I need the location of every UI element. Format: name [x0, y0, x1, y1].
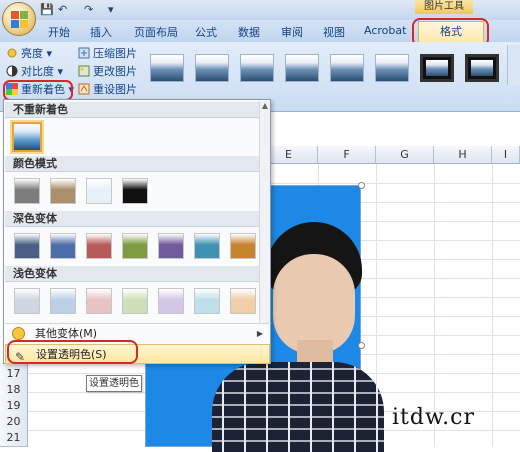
- no-recolor-swatch[interactable]: [12, 122, 42, 152]
- color-mode-swatch[interactable]: [122, 178, 148, 204]
- compress-icon: [78, 47, 90, 59]
- submenu-arrow-icon: ▶: [256, 329, 263, 338]
- row-header[interactable]: 21: [0, 428, 28, 447]
- column-header[interactable]: F: [318, 146, 376, 164]
- picture-style-thumb[interactable]: [150, 54, 184, 82]
- save-icon[interactable]: 💾: [40, 3, 54, 16]
- gallery-scroll[interactable]: [507, 45, 520, 85]
- customize-quick-access-icon[interactable]: ▾: [108, 3, 114, 16]
- change-picture-icon: [78, 65, 90, 77]
- tab-formulas[interactable]: 公式: [195, 24, 217, 40]
- color-mode-swatch[interactable]: [14, 178, 40, 204]
- column-header[interactable]: G: [376, 146, 434, 164]
- picture-style-thumb[interactable]: [330, 54, 364, 82]
- light-variation-swatch[interactable]: [50, 288, 76, 314]
- watermark-text: itdw.cr: [392, 405, 476, 430]
- light-variation-swatch[interactable]: [230, 288, 256, 314]
- picture-style-thumb[interactable]: [195, 54, 229, 82]
- dark-variation-swatch[interactable]: [158, 233, 184, 259]
- column-header[interactable]: H: [434, 146, 492, 164]
- tab-page-layout[interactable]: 页面布局: [134, 24, 178, 40]
- menu-scrollbar[interactable]: ▲: [259, 101, 270, 324]
- set-transparent-highlight: [7, 340, 138, 364]
- tab-insert[interactable]: 插入: [90, 24, 112, 40]
- grid-line: [492, 164, 493, 447]
- color-modes-header: 颜色模式: [5, 156, 269, 172]
- compress-pictures-button[interactable]: 压缩图片: [78, 46, 137, 62]
- picture-style-thumb[interactable]: [285, 54, 319, 82]
- photo-face: [273, 254, 355, 354]
- light-variation-swatch[interactable]: [14, 288, 40, 314]
- tab-acrobat[interactable]: Acrobat: [364, 24, 406, 37]
- tooltip: 设置透明色: [86, 375, 142, 392]
- dark-variation-swatch[interactable]: [122, 233, 148, 259]
- tab-home[interactable]: 开始: [48, 24, 70, 40]
- dark-variation-swatch[interactable]: [230, 233, 256, 259]
- photo-shirt: [212, 362, 384, 452]
- color-mode-swatch[interactable]: [86, 178, 112, 204]
- light-variation-swatch[interactable]: [158, 288, 184, 314]
- dark-variation-swatch[interactable]: [50, 233, 76, 259]
- resize-handle[interactable]: [358, 182, 365, 189]
- contrast-icon: [6, 65, 18, 77]
- picture-style-thumb[interactable]: [420, 54, 454, 82]
- contrast-button[interactable]: 对比度 ▾: [6, 64, 63, 80]
- undo-icon[interactable]: ↶: [58, 3, 67, 16]
- palette-icon: [12, 327, 25, 340]
- tab-view[interactable]: 视图: [323, 24, 345, 40]
- reset-picture-icon: [78, 83, 90, 95]
- resize-handle[interactable]: [358, 342, 365, 349]
- tab-data[interactable]: 数据: [238, 24, 260, 40]
- title-bar: 💾 ↶ ↷ ▾ 图片工具: [0, 0, 520, 20]
- dark-variation-swatch[interactable]: [194, 233, 220, 259]
- office-logo-icon: [11, 11, 28, 28]
- change-picture-button[interactable]: 更改图片: [78, 64, 137, 80]
- dark-variation-swatch[interactable]: [14, 233, 40, 259]
- picture-style-thumb[interactable]: [375, 54, 409, 82]
- color-mode-swatch[interactable]: [50, 178, 76, 204]
- light-variations-header: 浅色变体: [5, 266, 269, 282]
- redo-icon[interactable]: ↷: [84, 3, 93, 16]
- light-variation-swatch[interactable]: [194, 288, 220, 314]
- light-variation-swatch[interactable]: [122, 288, 148, 314]
- picture-style-thumb[interactable]: [240, 54, 274, 82]
- column-header[interactable]: I: [492, 146, 520, 164]
- brightness-button[interactable]: 亮度 ▾: [6, 46, 52, 62]
- dark-variation-swatch[interactable]: [86, 233, 112, 259]
- picture-tools-label: 图片工具: [415, 0, 473, 14]
- recolor-button-highlight: [3, 80, 73, 101]
- recolor-menu: 不重新着色 颜色模式 深色变体 浅色变体 ▲ 其他变体(M) ▶ ✎ 设置透明色…: [3, 99, 271, 364]
- brightness-icon: [6, 47, 18, 59]
- no-recolor-header: 不重新着色: [5, 102, 269, 118]
- dark-variations-header: 深色变体: [5, 211, 269, 227]
- reset-picture-button[interactable]: 重设图片: [78, 82, 137, 98]
- picture-style-thumb[interactable]: [465, 54, 499, 82]
- light-variation-swatch[interactable]: [86, 288, 112, 314]
- tab-review[interactable]: 审阅: [281, 24, 303, 40]
- office-button[interactable]: [2, 2, 36, 36]
